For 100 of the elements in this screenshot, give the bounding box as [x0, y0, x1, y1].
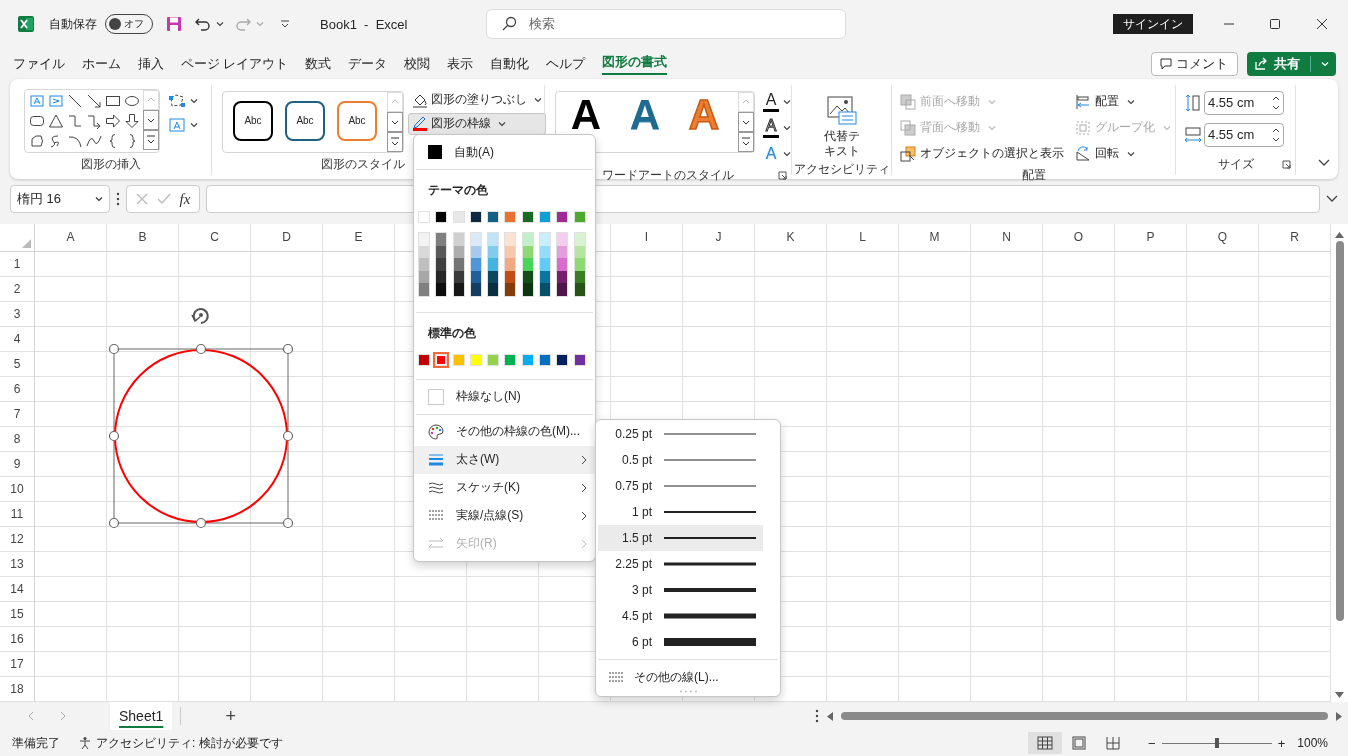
- color-swatch[interactable]: [435, 211, 448, 223]
- column-header[interactable]: B: [107, 223, 179, 251]
- style-preset[interactable]: Abc: [285, 100, 325, 141]
- color-swatch[interactable]: [469, 353, 482, 366]
- color-swatch[interactable]: [539, 353, 552, 366]
- menu-item[interactable]: スケッチ(K): [414, 473, 595, 502]
- close-icon[interactable]: [1316, 18, 1328, 31]
- caret-icon[interactable]: [1127, 150, 1135, 157]
- caret-icon[interactable]: [216, 21, 224, 28]
- menu-tab[interactable]: 数式: [296, 48, 340, 79]
- row-header[interactable]: 15: [0, 601, 34, 627]
- caret-icon[interactable]: [498, 120, 506, 127]
- caret-icon[interactable]: [783, 124, 791, 131]
- row-header[interactable]: 18: [0, 676, 34, 702]
- row-header[interactable]: 12: [0, 526, 34, 552]
- arrange-button[interactable]: 回転: [1071, 140, 1175, 167]
- color-swatch[interactable]: [557, 233, 568, 246]
- row-header[interactable]: 17: [0, 651, 34, 677]
- color-swatch[interactable]: [488, 283, 499, 296]
- line-icon[interactable]: [66, 92, 83, 109]
- column-header[interactable]: O: [1043, 223, 1115, 251]
- color-swatch[interactable]: [574, 258, 585, 271]
- line-weight-option[interactable]: 1.5 pt: [598, 525, 763, 551]
- color-swatch[interactable]: [488, 270, 499, 284]
- color-swatch[interactable]: [504, 211, 517, 223]
- more-icon[interactable]: [815, 709, 819, 724]
- caret-icon[interactable]: [534, 96, 542, 103]
- wordart-preset[interactable]: A: [558, 93, 614, 136]
- color-swatch[interactable]: [557, 283, 568, 296]
- line-weight-option[interactable]: 0.5 pt: [598, 447, 763, 473]
- column-header[interactable]: I: [611, 223, 683, 251]
- color-swatch[interactable]: [540, 245, 551, 259]
- page-layout-icon[interactable]: [1071, 736, 1088, 751]
- page-break-icon[interactable]: [1105, 736, 1122, 751]
- color-swatch[interactable]: [574, 233, 585, 246]
- text-outline-button[interactable]: A: [763, 117, 779, 138]
- menu-tab[interactable]: ファイル: [4, 48, 73, 79]
- color-swatch[interactable]: [556, 211, 569, 223]
- color-swatch[interactable]: [470, 245, 481, 259]
- color-swatch[interactable]: [436, 233, 447, 246]
- line-weight-option[interactable]: 6 pt: [598, 629, 763, 655]
- color-swatch[interactable]: [505, 283, 516, 296]
- line-weight-option[interactable]: 4.5 pt: [598, 603, 763, 629]
- arrange-button[interactable]: オブジェクトの選択と表示: [896, 140, 1071, 167]
- menu-tab[interactable]: 表示: [438, 48, 482, 79]
- caret-icon[interactable]: [190, 97, 198, 104]
- normal-view-icon[interactable]: [1037, 736, 1054, 751]
- row-header[interactable]: 11: [0, 501, 34, 527]
- color-swatch[interactable]: [540, 233, 551, 246]
- scroll-thumb[interactable]: [1335, 240, 1344, 621]
- slider-thumb[interactable]: [1214, 738, 1219, 749]
- more-icon[interactable]: [116, 192, 120, 207]
- color-swatch[interactable]: [419, 270, 429, 284]
- wordart-preset[interactable]: A: [617, 93, 673, 136]
- color-swatch[interactable]: [419, 233, 429, 246]
- color-swatch[interactable]: [470, 283, 481, 296]
- row-header[interactable]: 4: [0, 326, 34, 352]
- undo-icon[interactable]: [194, 16, 212, 33]
- gallery-more-icon[interactable]: [738, 131, 754, 152]
- dialog-launcher-icon[interactable]: [1282, 160, 1291, 170]
- color-swatch[interactable]: [453, 258, 464, 271]
- text-effects-button[interactable]: A: [763, 145, 779, 162]
- color-swatch[interactable]: [505, 233, 516, 246]
- color-swatch[interactable]: [488, 245, 499, 259]
- menu-item[interactable]: 自動(A): [414, 138, 595, 166]
- text-box-icon[interactable]: [168, 116, 186, 133]
- column-header[interactable]: L: [827, 223, 899, 251]
- column-header[interactable]: P: [1115, 223, 1187, 251]
- menu-item[interactable]: 枠線なし(N): [414, 382, 595, 411]
- color-swatch[interactable]: [488, 233, 499, 246]
- spin-icon[interactable]: [1272, 94, 1280, 111]
- spin-icon[interactable]: [1272, 126, 1280, 143]
- color-swatch[interactable]: [418, 211, 430, 223]
- style-preset[interactable]: Abc: [337, 100, 377, 141]
- column-header[interactable]: E: [323, 223, 395, 251]
- color-swatch[interactable]: [436, 270, 447, 284]
- color-swatch[interactable]: [453, 283, 464, 296]
- menu-tab[interactable]: ヘルプ: [537, 48, 594, 79]
- style-preset[interactable]: Abc: [233, 100, 273, 141]
- column-header[interactable]: A: [35, 223, 107, 251]
- color-swatch[interactable]: [419, 283, 429, 296]
- color-swatch[interactable]: [540, 283, 551, 296]
- height-field[interactable]: 4.55 cm: [1204, 90, 1284, 115]
- color-swatch[interactable]: [487, 211, 500, 223]
- freeform-icon[interactable]: [28, 132, 45, 149]
- color-swatch[interactable]: [452, 211, 465, 223]
- collapse-ribbon-icon[interactable]: [1318, 158, 1330, 167]
- gallery-down-icon[interactable]: [738, 111, 754, 132]
- save-icon[interactable]: [166, 16, 182, 33]
- arrow-line-icon[interactable]: [85, 92, 102, 109]
- normal-view-button[interactable]: [1028, 732, 1063, 755]
- scroll-down-icon[interactable]: [1335, 691, 1344, 698]
- color-swatch[interactable]: [488, 258, 499, 271]
- color-swatch[interactable]: [521, 353, 534, 366]
- scroll-right-icon[interactable]: [1336, 711, 1342, 721]
- zoom-level[interactable]: 100%: [1297, 736, 1328, 751]
- color-swatch[interactable]: [435, 353, 448, 366]
- menu-tab[interactable]: データ: [339, 48, 396, 79]
- down-arrow-icon[interactable]: [123, 112, 140, 129]
- menu-tab[interactable]: 校閲: [395, 48, 439, 79]
